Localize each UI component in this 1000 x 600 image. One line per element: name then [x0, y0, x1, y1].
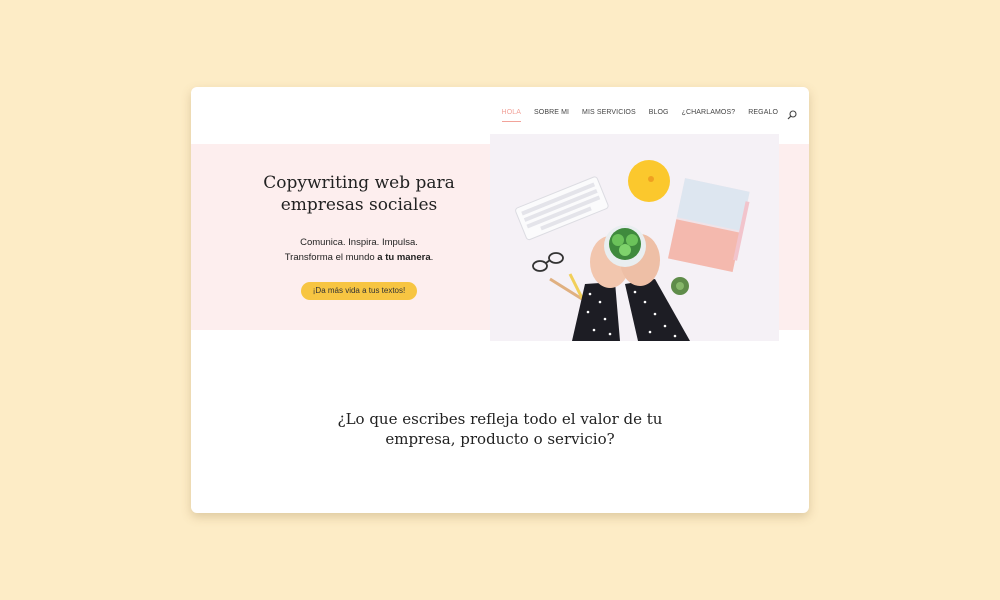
nav-item-regalo[interactable]: REGALO [748, 109, 778, 116]
section-title: ¿Lo que escribes refleja todo el valor d… [337, 410, 663, 448]
search-icon[interactable] [787, 107, 797, 120]
website-window: HOLA SOBRE MI MIS SERVICIOS BLOG ¿CHARLA… [191, 87, 809, 513]
nav-item-blog[interactable]: BLOG [649, 109, 669, 116]
hero-image [490, 134, 779, 341]
cta-button[interactable]: ¡Da más vida a tus textos! [301, 282, 417, 300]
main-nav: HOLA SOBRE MI MIS SERVICIOS BLOG ¿CHARLA… [489, 107, 797, 122]
hero-subtitle: Comunica. Inspira. Impulsa. Transforma e… [284, 237, 434, 263]
nav-item-mis-servicios[interactable]: MIS SERVICIOS [582, 109, 636, 116]
nav-item-charlamos[interactable]: ¿CHARLAMOS? [682, 109, 736, 116]
nav-item-sobre-mi[interactable]: SOBRE MI [534, 109, 569, 116]
hero-title: Copywriting web para empresas sociales [263, 173, 455, 215]
nav-item-hola[interactable]: HOLA [501, 109, 522, 122]
